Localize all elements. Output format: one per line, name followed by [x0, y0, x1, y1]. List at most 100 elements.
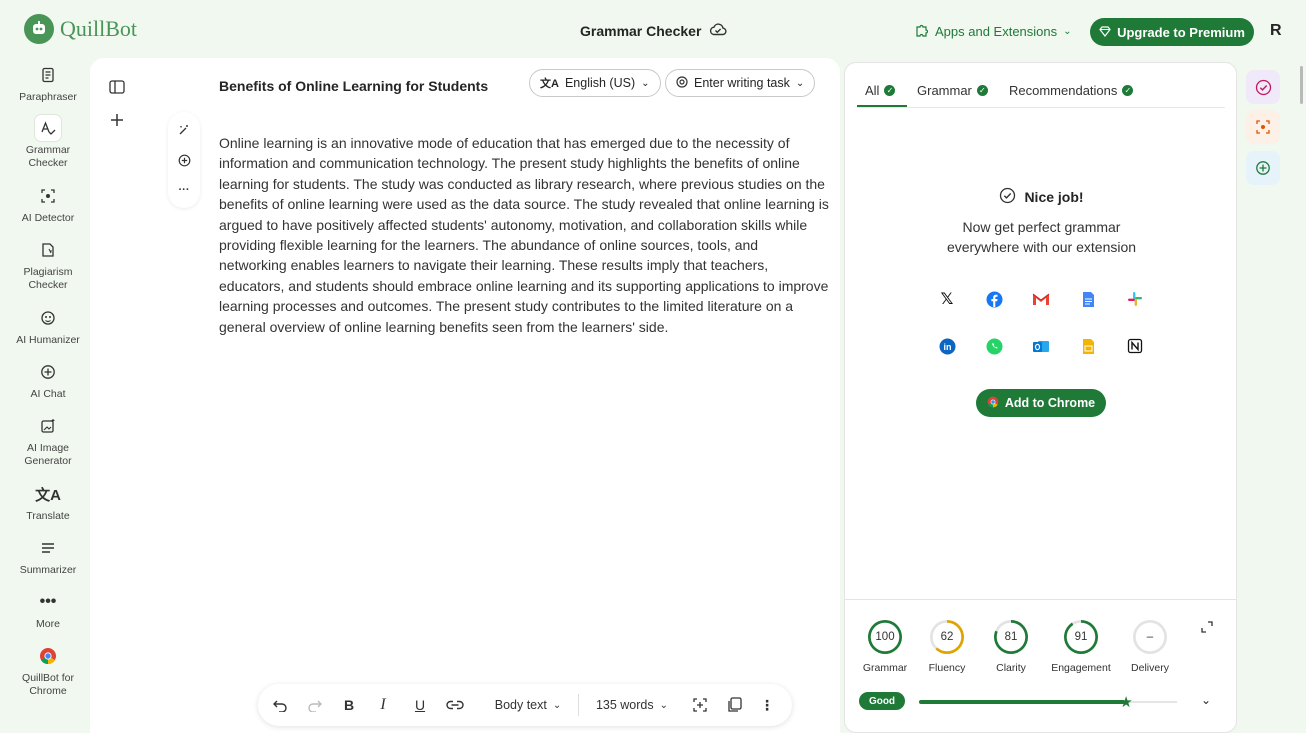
sidebar-item-grammar-checker[interactable]: Grammar Checker — [0, 115, 96, 170]
document-title[interactable]: Benefits of Online Learning for Students — [219, 78, 488, 94]
undo-icon[interactable] — [270, 695, 290, 715]
linkedin-icon[interactable]: in — [937, 336, 957, 356]
more-icon: ••• — [39, 593, 57, 610]
sidebar-item-label: Translate — [26, 510, 70, 522]
copy-icon[interactable] — [724, 695, 744, 715]
score-engagement[interactable]: 91 Engagement — [1051, 620, 1111, 674]
sidebar-item-translate[interactable]: 文A Translate — [0, 481, 96, 523]
ai-detect-scan-icon[interactable] — [690, 695, 710, 715]
plagiarism-icon — [35, 237, 61, 263]
svg-text:in: in — [943, 342, 951, 352]
score-value: 81 — [1004, 631, 1018, 643]
google-docs-icon[interactable] — [1078, 289, 1098, 309]
user-avatar[interactable]: R — [1270, 22, 1282, 40]
paraphraser-icon — [35, 62, 61, 88]
translate-icon: 文A — [540, 78, 559, 90]
gmail-icon[interactable] — [1031, 289, 1051, 309]
target-icon — [676, 75, 688, 91]
writing-task-select[interactable]: Enter writing task ⌄ — [665, 69, 816, 97]
nice-job-text: Nice job! — [1024, 189, 1084, 205]
chrome-icon — [987, 396, 999, 411]
x-icon[interactable]: 𝕏 — [937, 289, 957, 309]
add-document-icon[interactable] — [108, 111, 126, 129]
add-to-chrome-button[interactable]: Add to Chrome — [976, 389, 1106, 417]
language-select[interactable]: 文A English (US) ⌄ — [529, 69, 661, 97]
quillbot-logo-icon — [24, 14, 54, 44]
word-count-select[interactable]: 135 words ⌄ — [592, 695, 672, 715]
expand-icon[interactable] — [1201, 620, 1215, 634]
check-circle-icon: ✓ — [976, 85, 988, 96]
more-options-icon[interactable]: ··· — [176, 182, 192, 198]
floating-tools: ··· — [168, 112, 200, 208]
quality-meter-fill — [919, 700, 1126, 704]
whatsapp-icon[interactable] — [984, 336, 1004, 356]
facebook-icon[interactable] — [984, 289, 1004, 309]
apps-and-extensions-menu[interactable]: Apps and Extensions ⌄ — [915, 23, 1072, 40]
tab-recommendations[interactable]: Recommendations ✓ — [1009, 83, 1134, 98]
score-label: Grammar — [862, 662, 908, 674]
cloud-sync-icon — [709, 22, 727, 39]
check-circle-outline-icon — [999, 187, 1016, 207]
score-value: – — [1146, 631, 1154, 643]
score-fluency[interactable]: 62 Fluency — [917, 620, 977, 674]
bold-icon[interactable]: B — [340, 695, 358, 715]
tab-grammar[interactable]: Grammar ✓ — [917, 83, 988, 98]
outlook-icon[interactable] — [1031, 336, 1051, 356]
summarizer-icon — [35, 535, 61, 561]
puzzle-icon — [915, 23, 929, 40]
tab-all[interactable]: All ✓ — [865, 83, 896, 98]
sidebar-item-plagiarism-checker[interactable]: Plagiarism Checker — [0, 237, 96, 292]
sidebar-item-label: AI Image Generator — [24, 442, 72, 467]
italic-icon[interactable]: I — [374, 695, 392, 715]
diamond-icon — [1099, 25, 1111, 40]
slack-icon[interactable] — [1125, 289, 1145, 309]
sidebar-item-label: Summarizer — [19, 564, 77, 576]
add-circle-icon[interactable] — [176, 152, 192, 168]
tab-label: Grammar — [917, 83, 972, 98]
notion-icon[interactable] — [1125, 336, 1145, 356]
tab-divider — [857, 107, 1225, 108]
page-title: Grammar Checker — [580, 22, 702, 39]
score-grammar[interactable]: 100 Grammar — [855, 620, 915, 674]
active-tab-indicator — [857, 105, 907, 107]
sidebar-item-paraphraser[interactable]: Paraphraser — [0, 62, 96, 104]
ai-chat-tool-icon[interactable] — [1246, 151, 1280, 185]
sidebar-item-ai-chat[interactable]: AI Chat — [0, 359, 96, 401]
sidebar-item-ai-image-generator[interactable]: AI Image Generator — [0, 413, 96, 468]
chevron-down-icon[interactable]: ⌄ — [1201, 693, 1211, 707]
link-icon[interactable] — [444, 695, 466, 715]
scrollbar[interactable] — [1300, 66, 1303, 104]
sidebar-item-ai-detector[interactable]: AI Detector — [0, 183, 96, 225]
upgrade-premium-button[interactable]: Upgrade to Premium — [1090, 18, 1254, 46]
score-delivery[interactable]: – Delivery — [1120, 620, 1180, 674]
quillbot-logo[interactable]: QuillBot — [24, 14, 137, 44]
sidebar-item-ai-humanizer[interactable]: AI Humanizer — [0, 305, 96, 347]
writing-task-label: Enter writing task — [694, 76, 790, 90]
toolbar-divider — [578, 694, 579, 716]
promo-line-2: everywhere with our extension — [946, 239, 1137, 255]
sidebar-item-more[interactable]: ••• More — [0, 589, 96, 631]
editor-body-text[interactable]: Online learning is an innovative mode of… — [219, 133, 829, 337]
check-circle-icon: ✓ — [1122, 85, 1134, 96]
grammar-icon — [35, 115, 61, 141]
redo-icon[interactable] — [304, 695, 324, 715]
magic-wand-icon[interactable] — [176, 122, 192, 138]
star-icon: ★ — [1119, 694, 1133, 711]
writing-scores: 100 Grammar 62 Fluency 81 Clarity 91 Eng… — [844, 600, 1237, 733]
google-slides-icon[interactable] — [1078, 336, 1098, 356]
image-generator-icon — [35, 413, 61, 439]
score-label: Clarity — [996, 662, 1026, 674]
sidebar-item-chrome[interactable]: QuillBot for Chrome — [0, 643, 96, 698]
score-clarity[interactable]: 81 Clarity — [981, 620, 1041, 674]
sidebar-item-label: Paraphraser — [19, 91, 77, 103]
toggle-panel-icon[interactable] — [108, 78, 126, 96]
grammar-check-tool-icon[interactable] — [1246, 70, 1280, 104]
sidebar-item-summarizer[interactable]: Summarizer — [0, 535, 96, 577]
text-style-select[interactable]: Body text ⌄ — [488, 695, 568, 715]
underline-icon[interactable]: U — [411, 695, 429, 715]
score-ring: 62 — [930, 620, 964, 654]
score-label: Delivery — [1131, 662, 1169, 674]
ai-detector-tool-icon[interactable] — [1246, 110, 1280, 144]
ai-chat-icon — [35, 359, 61, 385]
more-vertical-icon[interactable]: ⋮ — [758, 695, 776, 715]
